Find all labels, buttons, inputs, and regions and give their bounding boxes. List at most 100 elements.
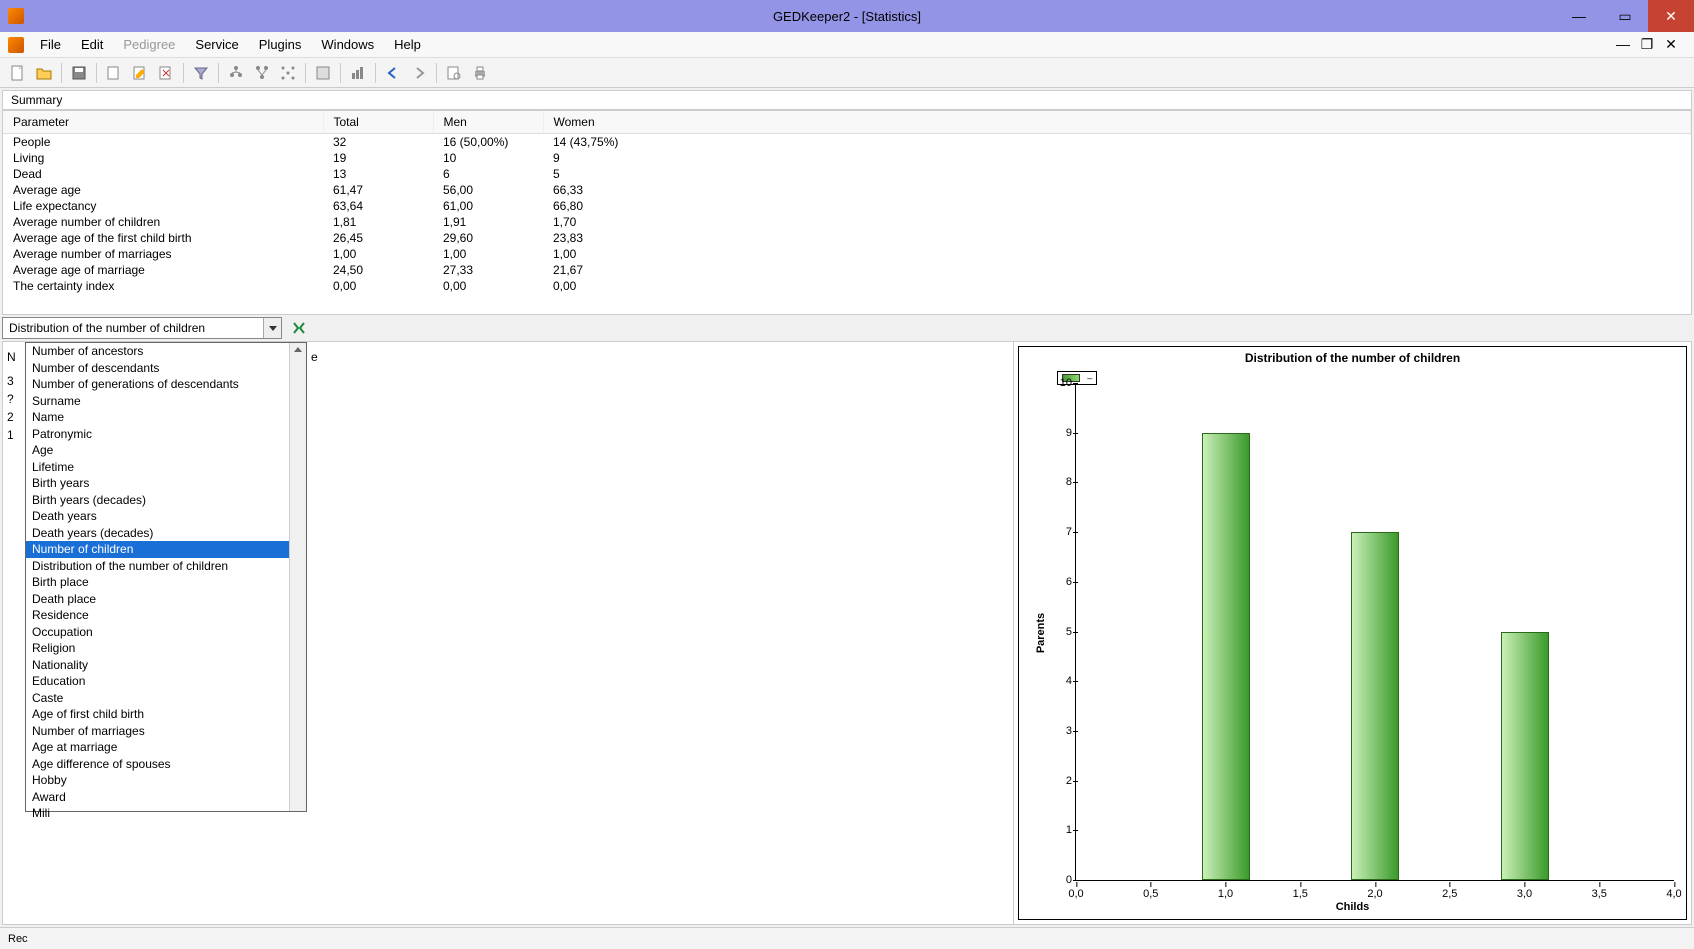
table-row[interactable]: Living19109: [3, 150, 1691, 166]
table-cell: 14 (43,75%): [543, 134, 1691, 151]
col-men[interactable]: Men: [433, 111, 543, 134]
table-cell: 61,47: [323, 182, 433, 198]
col-women[interactable]: Women: [543, 111, 1691, 134]
dropdown-option[interactable]: Birth years (decades): [26, 492, 306, 509]
dropdown-option[interactable]: Lifetime: [26, 459, 306, 476]
dropdown-option[interactable]: Occupation: [26, 624, 306, 641]
add-record-icon[interactable]: [102, 61, 126, 85]
table-row[interactable]: Life expectancy63,6461,0066,80: [3, 198, 1691, 214]
menu-file[interactable]: File: [30, 33, 71, 56]
preview-icon[interactable]: [442, 61, 466, 85]
nav-back-icon[interactable]: [381, 61, 405, 85]
x-tick: 4,0: [1666, 888, 1681, 900]
dropdown-option[interactable]: Education: [26, 673, 306, 690]
table-cell: 1,91: [433, 214, 543, 230]
table-row[interactable]: People3216 (50,00%)14 (43,75%): [3, 134, 1691, 151]
dropdown-option[interactable]: Number of descendants: [26, 360, 306, 377]
table-row[interactable]: Average number of marriages1,001,001,00: [3, 246, 1691, 262]
dropdown-option[interactable]: Hobby: [26, 772, 306, 789]
y-tick: 1: [1046, 824, 1072, 836]
menu-service[interactable]: Service: [185, 33, 248, 56]
col-parameter[interactable]: Parameter: [3, 111, 323, 134]
pedigree-icon[interactable]: [311, 61, 335, 85]
table-cell: 5: [543, 166, 1691, 182]
table-row[interactable]: Average number of children1,811,911,70: [3, 214, 1691, 230]
nav-forward-icon[interactable]: [407, 61, 431, 85]
table-cell: 9: [543, 150, 1691, 166]
table-row[interactable]: Average age61,4756,0066,33: [3, 182, 1691, 198]
dropdown-option[interactable]: Birth place: [26, 574, 306, 591]
delete-record-icon[interactable]: [154, 61, 178, 85]
dropdown-option[interactable]: Award: [26, 789, 306, 806]
filter-icon[interactable]: [189, 61, 213, 85]
new-file-icon[interactable]: [6, 61, 30, 85]
table-cell: Living: [3, 150, 323, 166]
table-cell: Life expectancy: [3, 198, 323, 214]
open-file-icon[interactable]: [32, 61, 56, 85]
dropdown-option[interactable]: Age: [26, 442, 306, 459]
chevron-down-icon[interactable]: [263, 318, 281, 338]
maximize-button[interactable]: ▭: [1602, 0, 1648, 32]
save-icon[interactable]: [67, 61, 91, 85]
mdi-restore-button[interactable]: ❐: [1638, 36, 1656, 53]
menu-help[interactable]: Help: [384, 33, 431, 56]
dropdown-option[interactable]: Name: [26, 409, 306, 426]
dropdown-option[interactable]: Age at marriage: [26, 739, 306, 756]
table-cell: Average number of marriages: [3, 246, 323, 262]
distribution-dropdown-list[interactable]: Number of ancestorsNumber of descendants…: [25, 342, 307, 812]
x-tick: 0,5: [1143, 888, 1158, 900]
dropdown-option[interactable]: Nationality: [26, 657, 306, 674]
distribution-dropdown[interactable]: Distribution of the number of children: [2, 317, 282, 339]
dropdown-option[interactable]: Birth years: [26, 475, 306, 492]
dropdown-option[interactable]: Death place: [26, 591, 306, 608]
table-cell: 63,64: [323, 198, 433, 214]
dropdown-option[interactable]: Patronymic: [26, 426, 306, 443]
table-row[interactable]: Dead1365: [3, 166, 1691, 182]
menu-plugins[interactable]: Plugins: [249, 33, 312, 56]
table-cell: 0,00: [433, 278, 543, 294]
table-cell: 1,00: [543, 246, 1691, 262]
close-button[interactable]: ✕: [1648, 0, 1694, 32]
dropdown-option[interactable]: Mili: [26, 805, 306, 822]
export-excel-button[interactable]: [288, 317, 310, 339]
table-cell: 1,00: [323, 246, 433, 262]
table-cell: Average age: [3, 182, 323, 198]
mdi-close-button[interactable]: ✕: [1662, 36, 1680, 53]
dropdown-option[interactable]: Residence: [26, 607, 306, 624]
menu-edit[interactable]: Edit: [71, 33, 113, 56]
tree-descendants-icon[interactable]: [250, 61, 274, 85]
dropdown-option[interactable]: Number of children: [26, 541, 306, 558]
chart-ylabel: Parents: [1035, 613, 1047, 653]
dropdown-option[interactable]: Number of ancestors: [26, 343, 306, 360]
dropdown-option[interactable]: Death years: [26, 508, 306, 525]
dropdown-option[interactable]: Age difference of spouses: [26, 756, 306, 773]
stats-icon[interactable]: [346, 61, 370, 85]
dropdown-option[interactable]: Number of marriages: [26, 723, 306, 740]
tree-ancestors-icon[interactable]: [224, 61, 248, 85]
table-row[interactable]: The certainty index0,000,000,00: [3, 278, 1691, 294]
col-total[interactable]: Total: [323, 111, 433, 134]
print-icon[interactable]: [468, 61, 492, 85]
summary-header: Summary: [2, 90, 1692, 110]
table-cell: 61,00: [433, 198, 543, 214]
dropdown-option[interactable]: Surname: [26, 393, 306, 410]
menu-windows[interactable]: Windows: [311, 33, 384, 56]
dropdown-option[interactable]: Caste: [26, 690, 306, 707]
dropdown-option[interactable]: Religion: [26, 640, 306, 657]
x-tick: 1,5: [1293, 888, 1308, 900]
dropdown-option[interactable]: Death years (decades): [26, 525, 306, 542]
table-row[interactable]: Average age of the first child birth26,4…: [3, 230, 1691, 246]
dropdown-option[interactable]: Age of first child birth: [26, 706, 306, 723]
table-row[interactable]: Average age of marriage24,5027,3321,67: [3, 262, 1691, 278]
y-tick: 10: [1046, 377, 1072, 389]
dropdown-scrollbar[interactable]: [289, 343, 306, 811]
tree-both-icon[interactable]: [276, 61, 300, 85]
x-tick: 2,0: [1367, 888, 1382, 900]
dropdown-option[interactable]: Distribution of the number of children: [26, 558, 306, 575]
minimize-button[interactable]: —: [1556, 0, 1602, 32]
table-header-row: Parameter Total Men Women: [3, 111, 1691, 134]
edit-record-icon[interactable]: [128, 61, 152, 85]
mdi-minimize-button[interactable]: —: [1614, 36, 1632, 53]
table-cell: 0,00: [543, 278, 1691, 294]
dropdown-option[interactable]: Number of generations of descendants: [26, 376, 306, 393]
